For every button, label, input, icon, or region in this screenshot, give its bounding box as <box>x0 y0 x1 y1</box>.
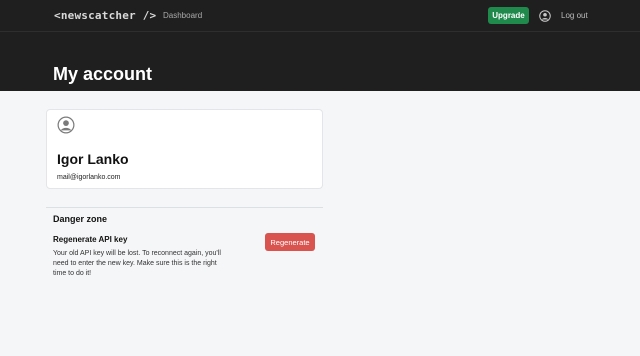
regenerate-api-key-title: Regenerate API key <box>53 235 128 244</box>
logout-link[interactable]: Log out <box>561 11 588 20</box>
profile-email: mail@igorlanko.com <box>57 174 121 181</box>
profile-name: Igor Lanko <box>57 151 129 167</box>
regenerate-api-key-description: Your old API key will be lost. To reconn… <box>53 250 221 277</box>
newscatcher-logo[interactable]: <newscatcher /> <box>54 9 156 22</box>
top-navbar: <newscatcher /> Dashboard Upgrade Log ou… <box>0 0 640 32</box>
profile-card: Igor Lanko mail@igorlanko.com <box>46 109 323 189</box>
avatar-icon <box>57 116 75 134</box>
page-title: My account <box>53 64 153 84</box>
danger-zone-heading: Danger zone <box>53 214 108 224</box>
user-circle-icon[interactable] <box>539 10 551 22</box>
page-header-band: My account <box>0 32 640 91</box>
danger-zone-divider <box>46 207 323 208</box>
regenerate-button[interactable]: Regenerate <box>265 233 315 251</box>
nav-link-dashboard[interactable]: Dashboard <box>163 11 202 20</box>
upgrade-button[interactable]: Upgrade <box>488 7 529 24</box>
